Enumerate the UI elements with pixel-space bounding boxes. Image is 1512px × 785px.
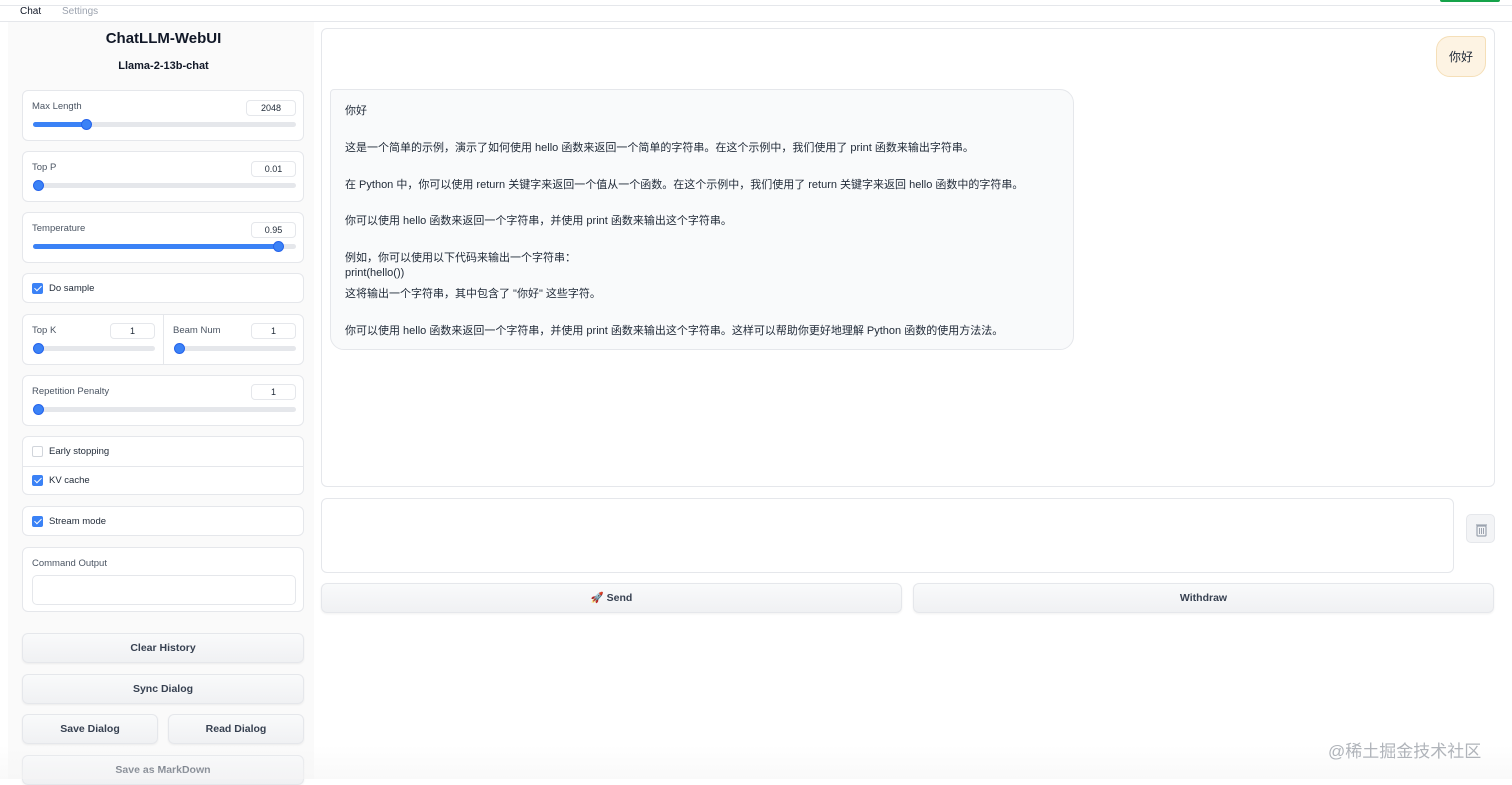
bot-message-line: 你可以使用 hello 函数来返回一个字符串，并使用 print 函数来输出这个…: [345, 325, 1004, 337]
max-length-label: Max Length: [32, 101, 82, 112]
command-output-field[interactable]: [32, 575, 296, 605]
tab-bar: Chat Settings: [0, 0, 1512, 22]
early-stopping-checkbox[interactable]: [32, 446, 43, 457]
save-dialog-button[interactable]: Save Dialog: [22, 714, 158, 744]
repetition-penalty-control: Repetition Penalty 1: [22, 375, 304, 426]
beam-num-slider[interactable]: [174, 343, 296, 354]
top-p-slider-thumb[interactable]: [33, 180, 44, 191]
max-length-input[interactable]: 2048: [246, 100, 296, 116]
do-sample-checkbox[interactable]: [32, 283, 43, 294]
user-message: 你好: [1436, 36, 1486, 77]
tab-settings[interactable]: Settings: [62, 6, 98, 17]
divider: [163, 315, 164, 364]
status-indicator: [1440, 0, 1500, 2]
top-k-slider[interactable]: [33, 343, 155, 354]
max-length-slider-thumb[interactable]: [80, 119, 92, 130]
stream-mode-label: Stream mode: [49, 516, 107, 527]
stream-mode-checkbox[interactable]: [32, 516, 43, 527]
do-sample-label: Do sample: [49, 283, 95, 294]
stream-mode-control: Stream mode: [22, 506, 304, 536]
repetition-penalty-input[interactable]: 1: [251, 384, 296, 400]
tab-chat[interactable]: Chat: [20, 6, 42, 19]
top-p-input[interactable]: 0.01: [251, 161, 296, 177]
temperature-slider-thumb[interactable]: [272, 241, 284, 252]
command-output-label: Command Output: [32, 558, 107, 569]
command-output-control: Command Output: [22, 547, 304, 612]
save-markdown-button[interactable]: Save as MarkDown: [22, 755, 304, 785]
early-stopping-label: Early stopping: [49, 446, 110, 457]
bot-message-line: 这是一个简单的示例，演示了如何使用 hello 函数来返回一个简单的字符串。在这…: [345, 142, 974, 154]
kv-cache-label: KV cache: [49, 475, 90, 486]
clear-history-button[interactable]: Clear History: [22, 633, 304, 663]
top-p-control: Top P 0.01: [22, 151, 304, 202]
divider: [23, 466, 303, 467]
early-stopping-kv-control: Early stopping KV cache: [22, 436, 304, 495]
beam-num-label: Beam Num: [173, 325, 221, 336]
top-k-label: Top K: [32, 325, 57, 336]
bot-message-line: 这将输出一个字符串，其中包含了 "你好" 这些字符。: [345, 288, 601, 300]
model-name: Llama-2-13b-chat: [118, 60, 209, 72]
app-title: ChatLLM-WebUI: [105, 30, 222, 47]
message-input[interactable]: [321, 498, 1454, 573]
top-k-input[interactable]: 1: [110, 323, 155, 339]
withdraw-button[interactable]: Withdraw: [913, 583, 1494, 613]
clear-input-button[interactable]: [1466, 514, 1495, 543]
bot-message-code-line: print(hello()): [345, 267, 405, 279]
repetition-penalty-slider[interactable]: [33, 404, 296, 415]
beam-num-input[interactable]: 1: [251, 323, 296, 339]
top-p-slider[interactable]: [33, 180, 296, 191]
repetition-penalty-label: Repetition Penalty: [32, 386, 110, 397]
send-button[interactable]: 🚀 Send: [321, 583, 902, 613]
kv-cache-checkbox[interactable]: [32, 475, 43, 486]
max-length-slider-fill: [33, 122, 86, 127]
bot-message-line: 在 Python 中，你可以使用 return 关键字来返回一个值从一个函数。在…: [345, 179, 1024, 191]
top-k-slider-thumb[interactable]: [33, 343, 44, 354]
top-k-beam-control: Top K 1 Beam Num 1: [22, 314, 304, 365]
temperature-input[interactable]: 0.95: [251, 222, 296, 238]
watermark: @稀土掘金技术社区: [1328, 742, 1482, 761]
temperature-label: Temperature: [32, 223, 86, 234]
trash-icon: [1476, 524, 1487, 537]
bot-message-line: 你好: [345, 105, 367, 117]
read-dialog-button[interactable]: Read Dialog: [168, 714, 304, 744]
temperature-control: Temperature 0.95: [22, 212, 304, 263]
temperature-slider-fill: [33, 244, 278, 249]
bot-message-line: 你可以使用 hello 函数来返回一个字符串，并使用 print 函数来输出这个…: [345, 215, 732, 227]
repetition-penalty-slider-thumb[interactable]: [33, 404, 44, 415]
max-length-control: Max Length 2048: [22, 90, 304, 141]
do-sample-control: Do sample: [22, 273, 304, 303]
top-p-label: Top P: [32, 162, 57, 173]
sync-dialog-button[interactable]: Sync Dialog: [22, 674, 304, 704]
temperature-slider[interactable]: [33, 241, 296, 252]
beam-num-slider-thumb[interactable]: [174, 343, 185, 354]
max-length-slider[interactable]: [33, 119, 296, 130]
bot-message-line: 例如，你可以使用以下代码来输出一个字符串：: [345, 252, 576, 264]
